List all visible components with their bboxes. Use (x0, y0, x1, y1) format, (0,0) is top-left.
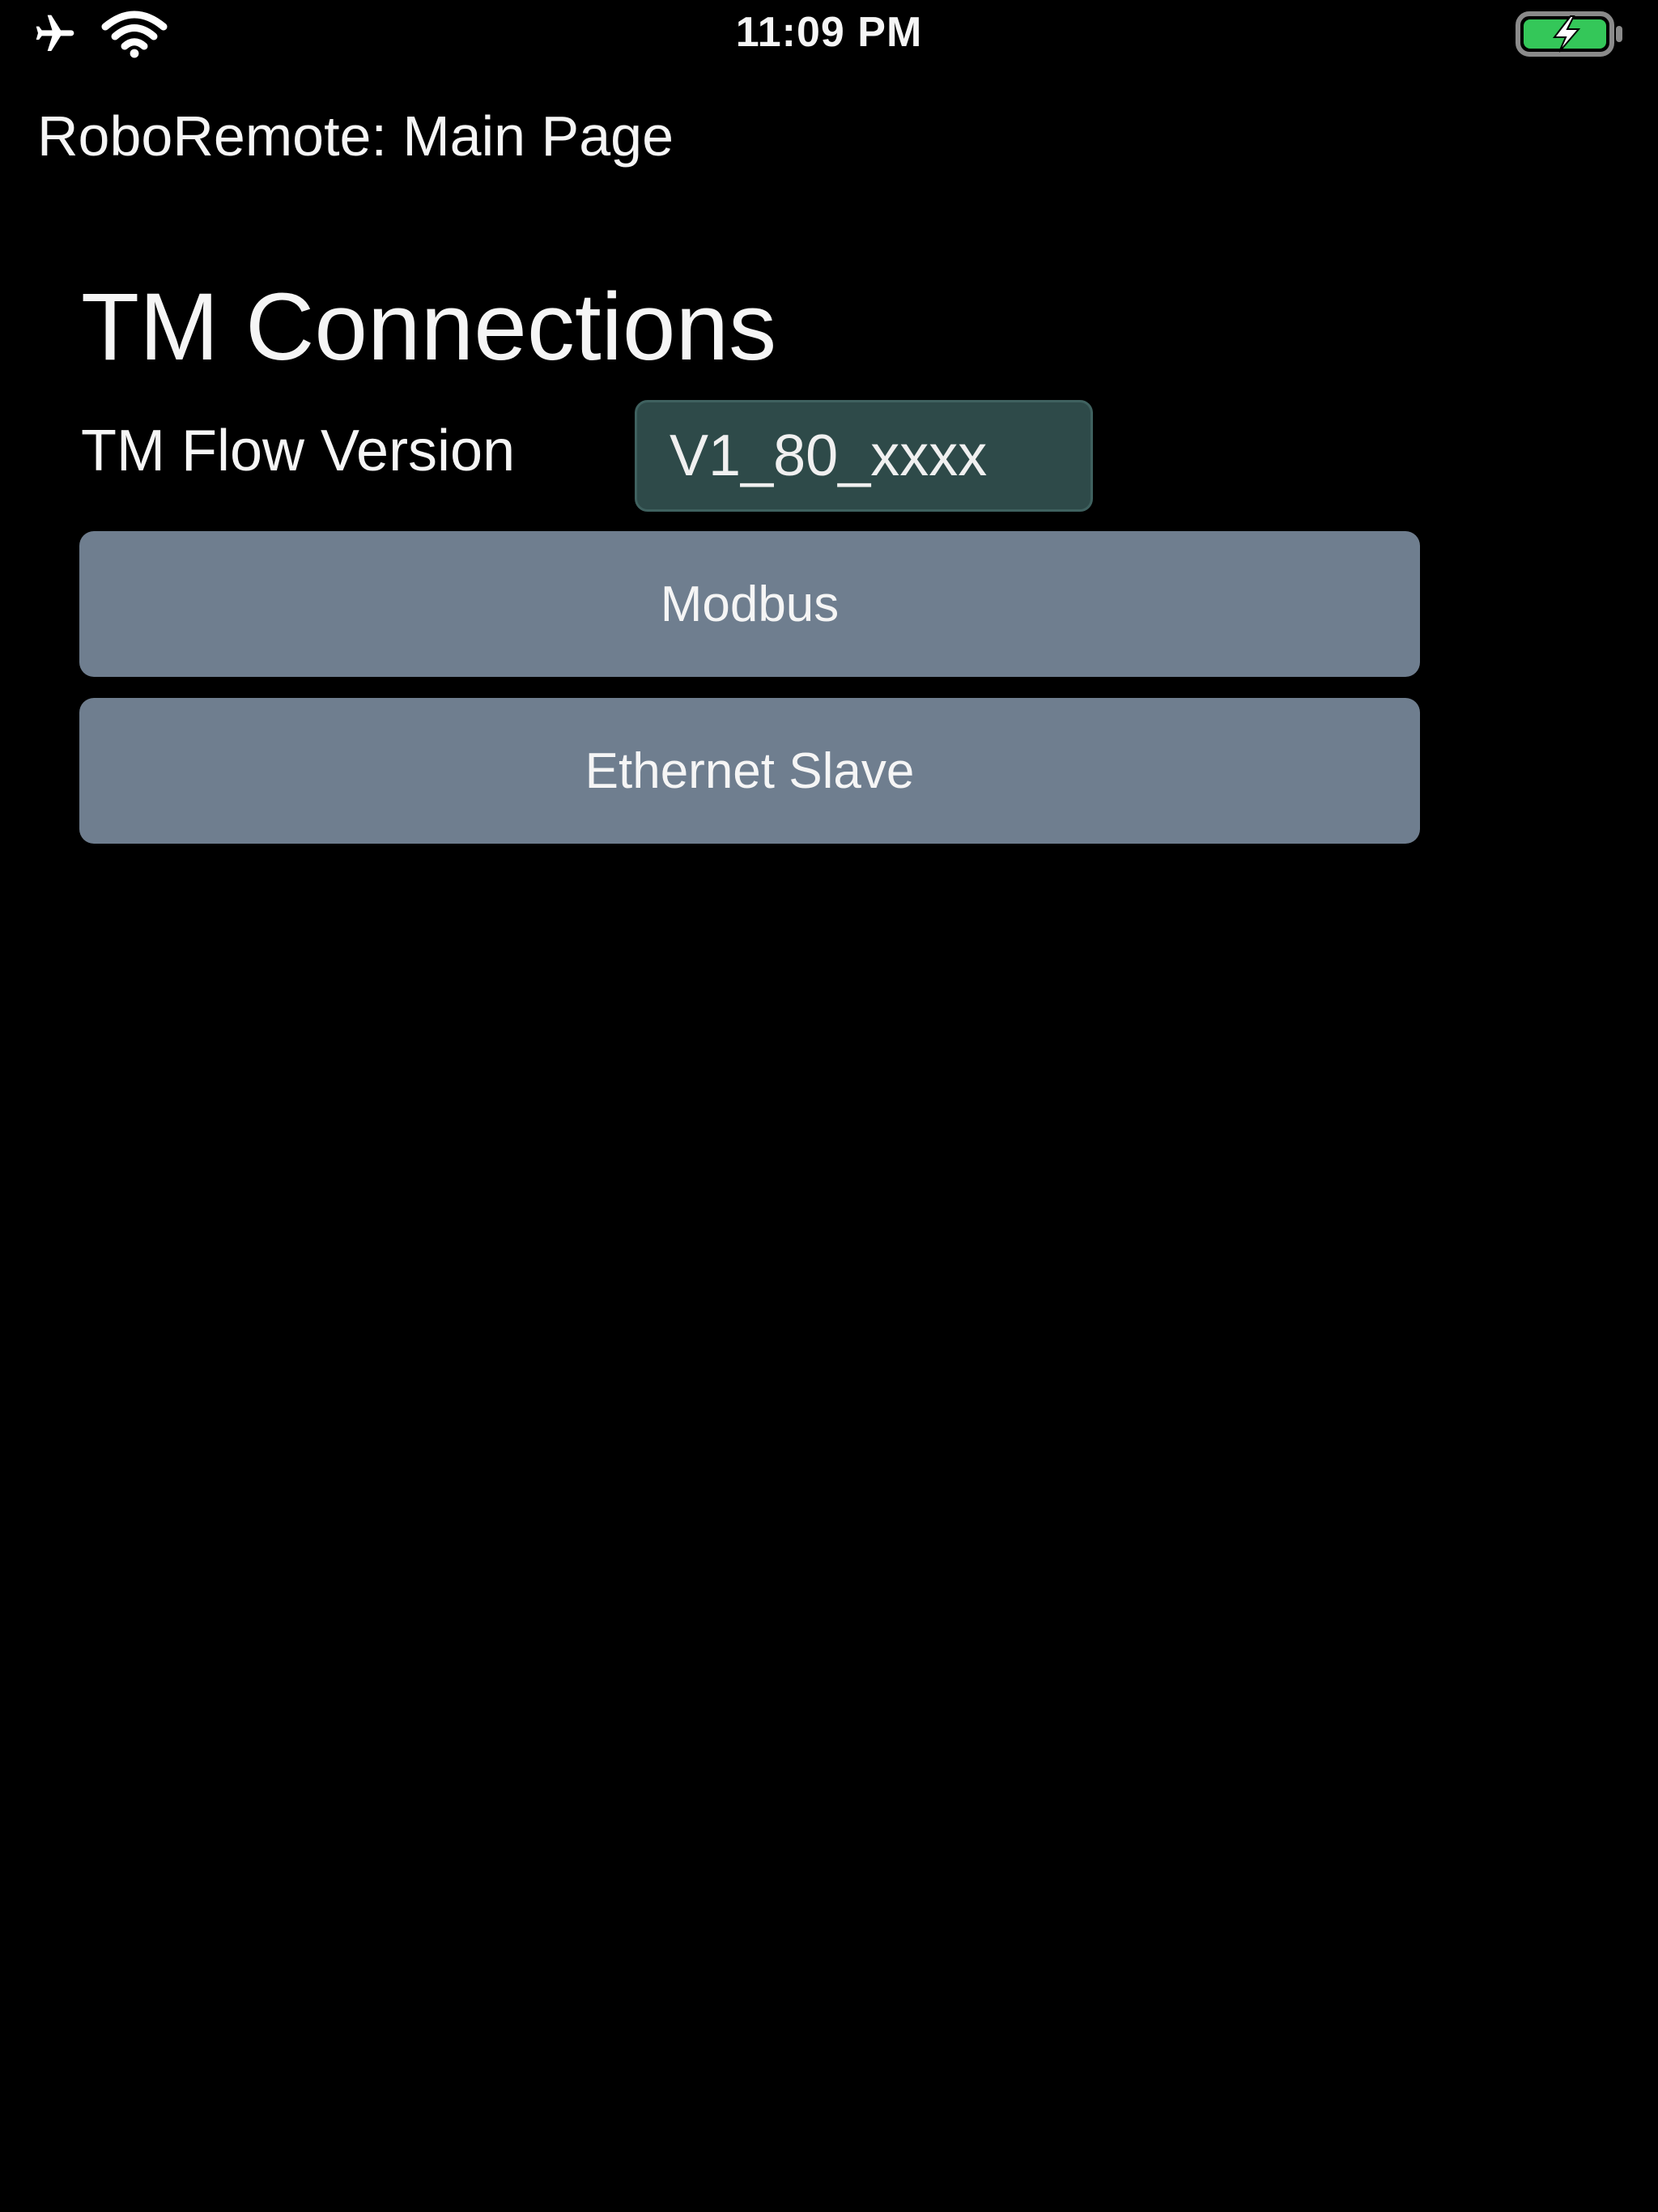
page-title: RoboRemote: Main Page (37, 104, 674, 168)
status-time: 11:09 PM (735, 9, 923, 56)
battery-charging-icon (1516, 11, 1626, 60)
status-bar: 11:09 PM (0, 0, 1658, 68)
status-right-icons (1516, 11, 1626, 61)
section-title: TM Connections (81, 274, 777, 381)
modbus-button[interactable]: Modbus (79, 531, 1420, 677)
version-label: TM Flow Version (81, 419, 516, 483)
ethernet-slave-button[interactable]: Ethernet Slave (79, 698, 1420, 844)
version-input[interactable] (635, 400, 1093, 512)
